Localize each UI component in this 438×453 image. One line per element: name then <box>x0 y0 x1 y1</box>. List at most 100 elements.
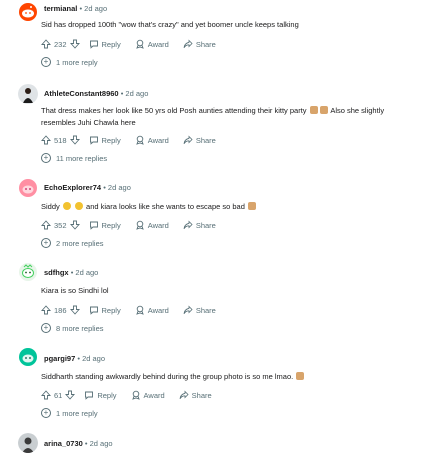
reply-button[interactable]: Reply <box>89 135 121 145</box>
comment-icon <box>89 136 98 145</box>
comment-icon <box>89 306 98 315</box>
comment-text-line: Siddy <box>41 202 60 211</box>
share-label: Share <box>195 135 216 145</box>
upvote-icon[interactable] <box>41 135 51 145</box>
emoji-icon <box>74 202 83 210</box>
share-button[interactable]: Share <box>183 220 216 230</box>
share-icon <box>183 220 193 229</box>
reply-button[interactable]: Reply <box>89 305 121 315</box>
vote-count: 186 <box>54 305 67 315</box>
timestamp[interactable]: 2d ago <box>75 268 98 277</box>
timestamp[interactable]: 2d ago <box>125 89 148 98</box>
vote-count: 232 <box>54 39 67 49</box>
username[interactable]: EchoExplorer74 <box>44 183 101 192</box>
more-replies-label: 11 more replies <box>56 153 108 163</box>
snoo-icon <box>19 3 37 21</box>
avatar[interactable] <box>18 262 38 282</box>
emoji-icon <box>309 106 318 114</box>
upvote-icon[interactable] <box>41 39 51 49</box>
more-replies-button[interactable]: + 1 more reply <box>41 408 98 418</box>
plus-circle-icon: + <box>41 57 51 67</box>
reply-button[interactable]: Reply <box>89 39 121 49</box>
comment-header: arina_0730 • 2d ago <box>44 439 113 448</box>
timestamp[interactable]: 2d ago <box>82 354 105 363</box>
avatar[interactable] <box>18 347 38 367</box>
award-button[interactable]: Award <box>135 135 169 145</box>
share-button[interactable]: Share <box>179 390 212 400</box>
comment-actions: 186 Reply Award Share <box>41 303 230 317</box>
downvote-icon[interactable] <box>69 305 80 315</box>
upvote-icon[interactable] <box>41 220 51 230</box>
comment-text: Siddy and kiara looks like she wants to … <box>41 202 257 212</box>
share-button[interactable]: Share <box>183 305 216 315</box>
comment-header: sdfhgx • 2d ago <box>44 268 99 277</box>
comment-header: AthleteConstant8960 • 2d ago <box>44 89 149 98</box>
comment-text: Kiara is so Sindhi lol <box>41 286 109 295</box>
username[interactable]: arina_0730 <box>44 439 83 448</box>
award-button[interactable]: Award <box>135 220 169 230</box>
downvote-icon[interactable] <box>69 39 80 49</box>
award-button[interactable]: Award <box>135 39 169 49</box>
downvote-icon[interactable] <box>69 220 80 230</box>
award-label: Award <box>143 390 165 400</box>
snoo-avatar-icon <box>19 263 37 281</box>
avatar[interactable] <box>18 2 38 22</box>
comment-actions: 232 Reply Award Share <box>41 37 230 51</box>
comment-header: termianal • 2d ago <box>44 4 108 13</box>
award-button[interactable]: Award <box>135 305 169 315</box>
timestamp[interactable]: 2d ago <box>84 4 107 13</box>
plus-circle-icon: + <box>41 408 51 418</box>
more-replies-button[interactable]: + 1 more reply <box>41 57 98 67</box>
award-icon <box>135 39 144 49</box>
award-label: Award <box>147 305 169 315</box>
upvote-icon[interactable] <box>41 305 51 315</box>
emoji-icon <box>62 202 71 210</box>
reply-label: Reply <box>97 390 117 400</box>
share-label: Share <box>191 390 212 400</box>
comment-actions: 518 Reply Award Share <box>41 133 230 147</box>
reply-label: Reply <box>101 39 121 49</box>
award-icon <box>135 135 144 145</box>
share-label: Share <box>195 220 216 230</box>
vote-count: 61 <box>54 390 63 400</box>
reply-button[interactable]: Reply <box>89 220 121 230</box>
comment-text: Sid has dropped 100th "wow that's crazy"… <box>41 20 299 29</box>
downvote-icon[interactable] <box>65 390 76 400</box>
username[interactable]: sdfhgx <box>44 268 69 277</box>
comment-text-line: Siddharth standing awkwardly behind duri… <box>41 372 294 381</box>
avatar[interactable] <box>18 433 38 453</box>
more-replies-button[interactable]: + 11 more replies <box>41 153 107 163</box>
timestamp[interactable]: 2d ago <box>108 183 131 192</box>
more-replies-button[interactable]: + 2 more replies <box>41 238 104 248</box>
username[interactable]: termianal <box>44 4 77 13</box>
comment-actions: 352 Reply Award Share <box>41 218 230 232</box>
award-label: Award <box>147 135 169 145</box>
upvote-icon[interactable] <box>41 390 51 400</box>
share-icon <box>179 390 189 399</box>
more-replies-button[interactable]: + 8 more replies <box>41 323 104 333</box>
timestamp[interactable]: 2d ago <box>90 439 113 448</box>
more-replies-label: 1 more reply <box>56 408 98 418</box>
comment-text: Siddharth standing awkwardly behind duri… <box>41 372 305 382</box>
comment-header: EchoExplorer74 • 2d ago <box>44 183 131 192</box>
reply-label: Reply <box>101 305 121 315</box>
avatar[interactable] <box>18 84 38 104</box>
share-button[interactable]: Share <box>183 39 216 49</box>
username[interactable]: AthleteConstant8960 <box>44 89 119 98</box>
comment-icon <box>89 221 98 230</box>
comment-text-line: That dress makes her look like 50 yrs ol… <box>41 106 307 115</box>
award-button[interactable]: Award <box>131 390 165 400</box>
comment-text: That dress makes her look like 50 yrs ol… <box>41 106 384 116</box>
share-label: Share <box>195 305 216 315</box>
comment-icon <box>85 391 94 400</box>
downvote-icon[interactable] <box>69 135 80 145</box>
award-icon <box>135 220 144 230</box>
avatar[interactable] <box>18 178 38 198</box>
reply-button[interactable]: Reply <box>84 390 117 400</box>
snoo-avatar-icon <box>19 179 37 197</box>
comment-icon <box>89 40 98 49</box>
username[interactable]: pgargi97 <box>44 354 75 363</box>
share-button[interactable]: Share <box>183 135 216 145</box>
plus-circle-icon: + <box>41 238 51 248</box>
comment-text-line: Also she slightly <box>330 106 385 115</box>
